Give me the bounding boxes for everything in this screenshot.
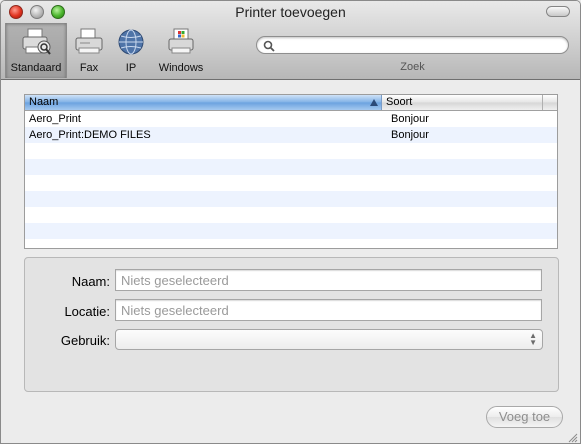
default-printer-icon — [20, 27, 52, 60]
toolbar-label-ip: IP — [125, 62, 137, 74]
table-header: Naam Soort — [25, 95, 557, 111]
toolbar-item-fax[interactable]: Fax — [71, 23, 107, 78]
toolbar-label-standaard: Standaard — [10, 62, 62, 74]
empty-row — [25, 191, 557, 207]
sort-ascending-icon — [370, 99, 378, 106]
window-title: Printer toevoegen — [235, 4, 346, 20]
usage-label: Gebruik: — [60, 333, 110, 348]
search-field[interactable] — [256, 36, 569, 54]
fax-icon — [74, 27, 104, 60]
printer-type: Bonjour — [391, 129, 429, 141]
toolbar-label-windows: Windows — [158, 62, 204, 74]
toolbar-toggle-button[interactable] — [546, 6, 570, 17]
location-placeholder: Niets geselecteerd — [121, 303, 229, 318]
add-button[interactable]: Voeg toe — [486, 406, 563, 428]
name-field[interactable]: Niets geselecteerd — [115, 269, 542, 291]
printer-info-panel: Naam: Niets geselecteerd Locatie: Niets … — [24, 257, 559, 392]
printer-name: Aero_Print:DEMO FILES — [29, 129, 151, 141]
empty-row — [25, 143, 557, 159]
name-placeholder: Niets geselecteerd — [121, 273, 229, 288]
globe-icon — [116, 27, 146, 60]
location-field[interactable]: Niets geselecteerd — [115, 299, 542, 321]
column-header-naam[interactable]: Naam — [25, 95, 382, 110]
column-header-filler — [543, 95, 557, 110]
empty-row — [25, 207, 557, 223]
search-icon — [263, 39, 275, 57]
printer-name: Aero_Print — [29, 113, 81, 125]
printer-add-window: Printer toevoegen Standaard Fax IP Windo… — [0, 0, 581, 444]
empty-row — [25, 239, 557, 248]
toolbar: Printer toevoegen Standaard Fax IP Windo… — [1, 1, 580, 80]
column-header-naam-label: Naam — [29, 96, 59, 108]
updown-arrows-icon: ▲ ▼ — [529, 331, 537, 347]
toolbar-item-standaard[interactable]: Standaard — [5, 23, 67, 78]
toolbar-item-windows[interactable]: Windows — [154, 23, 208, 78]
resize-grip-icon[interactable] — [567, 430, 578, 443]
usage-select[interactable]: ▲ ▼ — [115, 329, 543, 350]
windows-printer-icon — [166, 27, 196, 60]
empty-row — [25, 159, 557, 175]
name-label: Naam: — [71, 274, 110, 289]
printer-table: Naam Soort Aero_Print Bonjour Aero_Print… — [24, 94, 558, 249]
location-label: Locatie: — [64, 304, 110, 319]
column-header-soort[interactable]: Soort — [382, 95, 543, 110]
column-header-soort-label: Soort — [386, 96, 413, 108]
toolbar-item-ip[interactable]: IP — [113, 23, 149, 78]
table-row[interactable]: Aero_Print:DEMO FILES Bonjour — [25, 127, 557, 143]
table-row[interactable]: Aero_Print Bonjour — [25, 111, 557, 127]
printer-type: Bonjour — [391, 113, 429, 125]
empty-row — [25, 223, 557, 239]
empty-row — [25, 175, 557, 191]
search-label: Zoek — [400, 61, 425, 73]
toolbar-label-fax: Fax — [79, 62, 99, 74]
